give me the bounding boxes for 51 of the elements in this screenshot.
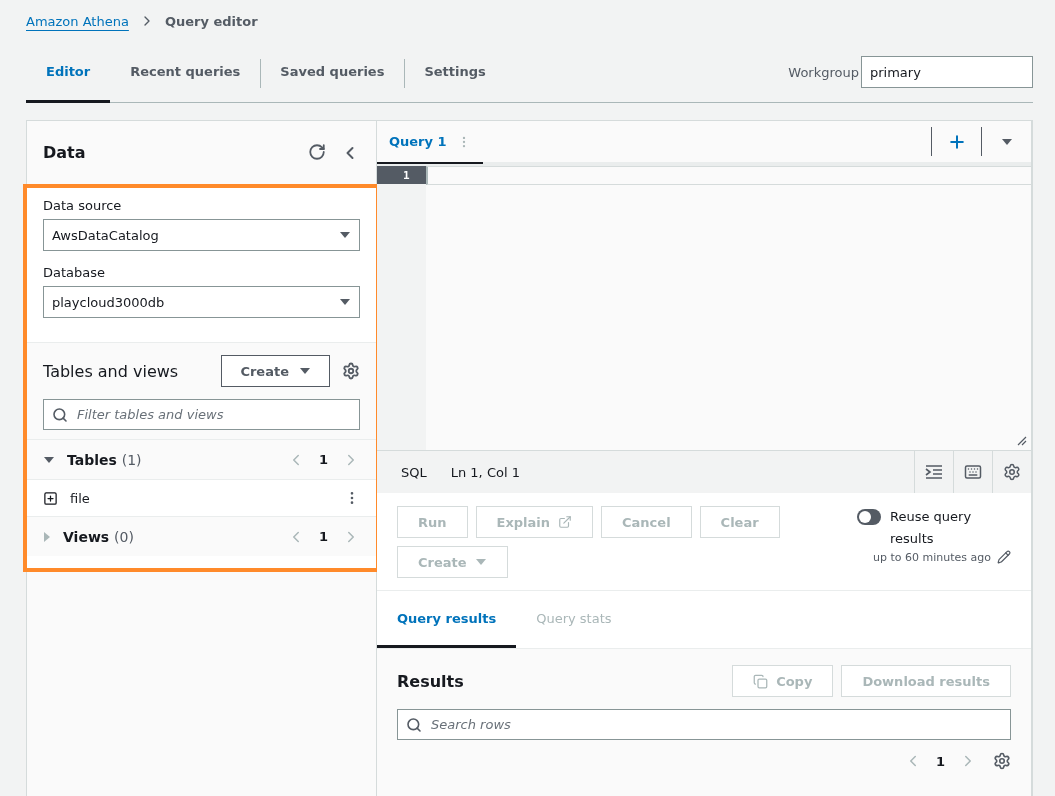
filter-field[interactable]: Filter tables and views: [43, 399, 360, 430]
copy-icon: [753, 673, 769, 689]
keyboard-icon: [964, 463, 982, 481]
settings-icon: [1003, 463, 1021, 481]
search-icon: [52, 407, 68, 423]
code-editor[interactable]: 1: [377, 166, 1031, 451]
edit-icon[interactable]: [997, 550, 1011, 564]
caret-down-icon: [474, 558, 487, 566]
field-label: Database: [43, 265, 107, 280]
panel-title: Data: [43, 143, 86, 162]
indent-icon: [925, 464, 943, 480]
tab[interactable]: Editor: [26, 42, 111, 103]
caret-down-icon[interactable]: [43, 455, 55, 464]
caret-down-icon: [339, 231, 351, 239]
line-number: 1: [377, 166, 426, 184]
caret-down-icon: [299, 367, 311, 375]
page-number: 1: [318, 529, 328, 544]
breadcrumb-current: Query editor: [164, 13, 258, 29]
reuse-toggle[interactable]: [857, 509, 881, 525]
database-select[interactable]: playcloud3000db: [43, 286, 360, 318]
settings-icon[interactable]: [342, 362, 360, 380]
group-title: Views (0): [63, 528, 135, 545]
external-link-icon: [558, 515, 573, 529]
search-icon: [406, 717, 422, 733]
expand-icon[interactable]: [43, 490, 58, 506]
toggle-label: Reuse query results: [890, 508, 973, 548]
page-number: 1: [318, 452, 328, 467]
language-label: SQL: [401, 464, 427, 480]
cursor-position: Ln 1, Col 1: [450, 464, 520, 480]
search-field[interactable]: Search rows: [397, 709, 1011, 740]
table-name[interactable]: file: [70, 490, 332, 506]
tab[interactable]: Saved queries: [260, 42, 405, 103]
section-title: Tables and views: [43, 361, 180, 381]
workgroup-label: Workgroup: [788, 64, 859, 80]
reuse-note: up to 60 minutes ago: [873, 550, 991, 564]
create-button[interactable]: Create: [221, 355, 330, 387]
tab[interactable]: Settings: [404, 42, 506, 103]
caret-down-icon: [339, 298, 351, 306]
caret-down-icon: [1000, 137, 1013, 146]
breadcrumb-link[interactable]: Amazon Athena: [26, 13, 129, 29]
tab[interactable]: Recent queries: [110, 42, 261, 103]
settings-icon[interactable]: [993, 752, 1011, 770]
page-number: 1: [935, 753, 945, 769]
resize-handle-icon[interactable]: [1017, 436, 1027, 446]
query-tab[interactable]: Query 1: [377, 121, 483, 164]
refresh-icon[interactable]: [308, 142, 326, 161]
data-source-select[interactable]: AwsDataCatalog: [43, 219, 360, 251]
group-title: Tables (1): [67, 451, 143, 468]
results-title: Results: [397, 671, 465, 691]
field-label: Data source: [43, 198, 123, 213]
workgroup-field[interactable]: primary: [861, 56, 1033, 88]
